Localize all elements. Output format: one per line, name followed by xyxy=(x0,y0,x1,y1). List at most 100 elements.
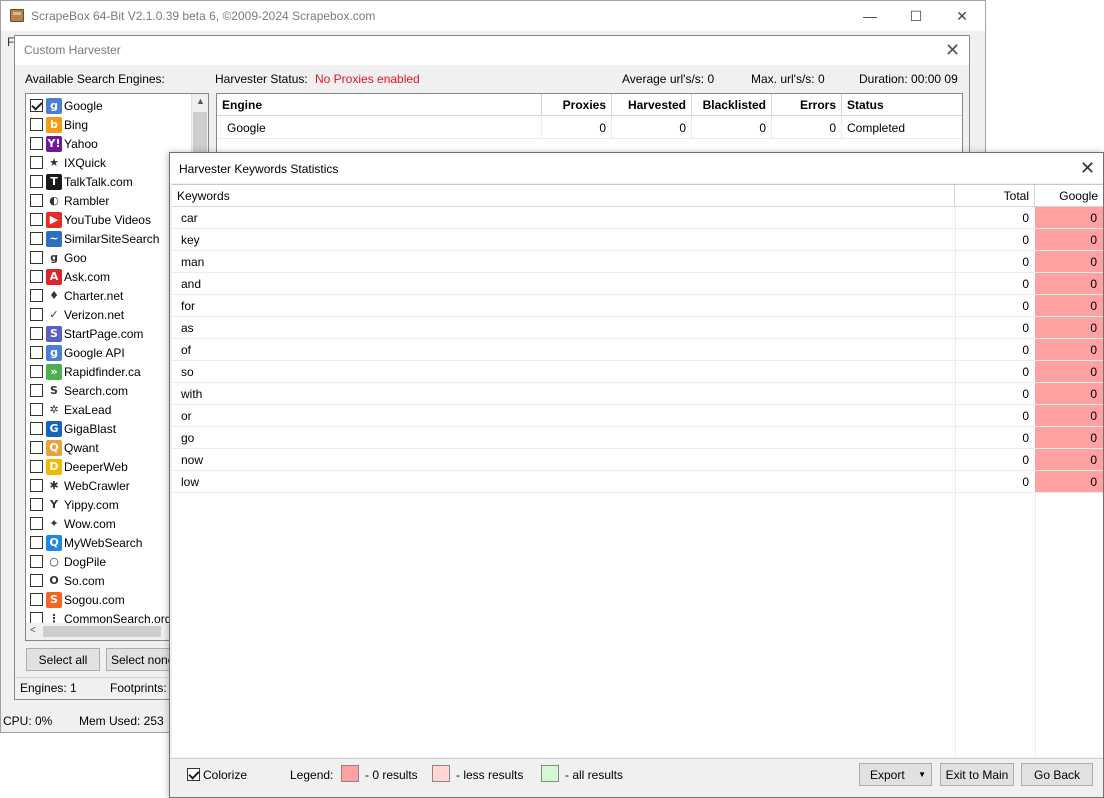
engine-checkbox[interactable] xyxy=(30,498,43,511)
engine-checkbox[interactable] xyxy=(30,99,43,112)
engine-item[interactable]: A Ask.com xyxy=(30,267,110,286)
col-status[interactable]: Status xyxy=(842,94,962,116)
col-engine[interactable]: Engine xyxy=(217,94,542,116)
col-google[interactable]: Google xyxy=(1035,185,1103,207)
engine-item[interactable]: ▶ YouTube Videos xyxy=(30,210,151,229)
engine-item[interactable]: D DeeperWeb xyxy=(30,457,128,476)
engine-item[interactable]: ◐ Rambler xyxy=(30,191,109,210)
table-row[interactable]: key 0 0 xyxy=(172,229,1103,251)
table-row[interactable]: and 0 0 xyxy=(172,273,1103,295)
keywords-close-icon[interactable]: ✕ xyxy=(1080,158,1095,179)
engine-checkbox[interactable] xyxy=(30,327,43,340)
engine-item[interactable]: ✱ WebCrawler xyxy=(30,476,130,495)
engine-item[interactable]: T TalkTalk.com xyxy=(30,172,133,191)
engine-checkbox[interactable] xyxy=(30,479,43,492)
export-button[interactable]: Export ▼ xyxy=(859,763,932,786)
engine-item[interactable]: ★ IXQuick xyxy=(30,153,106,172)
col-errors[interactable]: Errors xyxy=(772,94,842,116)
engine-checkbox[interactable] xyxy=(30,574,43,587)
engine-label: Ask.com xyxy=(64,269,111,284)
engine-checkbox[interactable] xyxy=(30,365,43,378)
main-titlebar[interactable]: ScrapeBox 64-Bit V2.1.0.39 beta 6, ©2009… xyxy=(1,1,985,31)
engine-checkbox[interactable] xyxy=(30,384,43,397)
table-row[interactable]: low 0 0 xyxy=(172,471,1103,493)
select-all-button[interactable]: Select all xyxy=(26,648,100,671)
table-row[interactable]: man 0 0 xyxy=(172,251,1103,273)
colorize-label[interactable]: Colorize xyxy=(203,768,247,782)
table-row[interactable]: for 0 0 xyxy=(172,295,1103,317)
harvester-close-icon[interactable]: ✕ xyxy=(945,40,960,61)
engine-item[interactable]: O So.com xyxy=(30,571,105,590)
legend-label: Legend: xyxy=(290,768,334,782)
engine-item[interactable]: ~ SimilarSiteSearch xyxy=(30,229,159,248)
close-button[interactable]: ✕ xyxy=(939,1,985,31)
go-back-button[interactable]: Go Back xyxy=(1021,763,1093,786)
engine-checkbox[interactable] xyxy=(30,346,43,359)
engine-checkbox[interactable] xyxy=(30,555,43,568)
engine-checkbox[interactable] xyxy=(30,517,43,530)
col-keywords[interactable]: Keywords xyxy=(172,185,955,207)
engine-item[interactable]: Q MyWebSearch xyxy=(30,533,142,552)
engine-item[interactable]: g Goo xyxy=(30,248,87,267)
harvester-titlebar[interactable]: Custom Harvester ✕ xyxy=(15,36,969,65)
table-row[interactable]: or 0 0 xyxy=(172,405,1103,427)
engine-item[interactable]: G GigaBlast xyxy=(30,419,116,438)
engine-checkbox[interactable] xyxy=(30,270,43,283)
table-row[interactable]: go 0 0 xyxy=(172,427,1103,449)
engine-checkbox[interactable] xyxy=(30,441,43,454)
exit-to-main-button[interactable]: Exit to Main xyxy=(940,763,1014,786)
scroll-left-icon[interactable]: < xyxy=(30,625,36,636)
engine-list-hscroll-thumb[interactable] xyxy=(43,626,161,637)
col-proxies[interactable]: Proxies xyxy=(542,94,612,116)
minimize-button[interactable]: — xyxy=(847,1,893,31)
engine-item[interactable]: Q Qwant xyxy=(30,438,99,457)
engine-item[interactable]: b Bing xyxy=(30,115,88,134)
table-row[interactable]: as 0 0 xyxy=(172,317,1103,339)
engine-checkbox[interactable] xyxy=(30,308,43,321)
engine-item[interactable]: ✦ Wow.com xyxy=(30,514,116,533)
engine-checkbox[interactable] xyxy=(30,536,43,549)
engine-checkbox[interactable] xyxy=(30,118,43,131)
col-blacklisted[interactable]: Blacklisted xyxy=(692,94,772,116)
max-urls-label: Max. url's/s: 0 xyxy=(751,72,825,86)
engine-checkbox[interactable] xyxy=(30,289,43,302)
keywords-titlebar[interactable]: Harvester Keywords Statistics ✕ xyxy=(170,153,1103,183)
engine-item[interactable]: ○ DogPile xyxy=(30,552,106,571)
engine-item[interactable]: S Search.com xyxy=(30,381,128,400)
engine-item[interactable]: S Sogou.com xyxy=(30,590,125,609)
keywords-grid[interactable]: Keywords Total Google car 0 0 key 0 0 man 0 0 and… xyxy=(172,184,1103,757)
engine-checkbox[interactable] xyxy=(30,593,43,606)
engine-checkbox[interactable] xyxy=(30,403,43,416)
engine-checkbox[interactable] xyxy=(30,232,43,245)
table-row[interactable]: now 0 0 xyxy=(172,449,1103,471)
scroll-up-icon[interactable]: ▲ xyxy=(196,96,205,106)
engine-item[interactable]: g Google xyxy=(30,96,103,115)
engine-item[interactable]: » Rapidfinder.ca xyxy=(30,362,141,381)
maximize-button[interactable]: ☐ xyxy=(893,1,939,31)
colorize-checkbox[interactable] xyxy=(187,768,200,781)
engine-item[interactable]: ✲ ExaLead xyxy=(30,400,111,419)
engine-checkbox[interactable] xyxy=(30,422,43,435)
google-cell: 0 xyxy=(1035,427,1103,449)
engine-checkbox[interactable] xyxy=(30,460,43,473)
engine-checkbox[interactable] xyxy=(30,251,43,264)
engine-list-vscroll-thumb[interactable] xyxy=(193,112,207,152)
engine-item[interactable]: ✓ Verizon.net xyxy=(30,305,124,324)
engine-checkbox[interactable] xyxy=(30,137,43,150)
engine-item[interactable]: ♦ Charter.net xyxy=(30,286,123,305)
col-total[interactable]: Total xyxy=(955,185,1035,207)
engine-item[interactable]: S StartPage.com xyxy=(30,324,143,343)
table-row[interactable]: with 0 0 xyxy=(172,383,1103,405)
engine-item[interactable]: Y Yippy.com xyxy=(30,495,119,514)
engine-checkbox[interactable] xyxy=(30,213,43,226)
col-harvested[interactable]: Harvested xyxy=(612,94,692,116)
engine-checkbox[interactable] xyxy=(30,194,43,207)
table-cell-engine[interactable]: Google xyxy=(217,117,542,139)
table-row[interactable]: so 0 0 xyxy=(172,361,1103,383)
engine-checkbox[interactable] xyxy=(30,156,43,169)
table-row[interactable]: of 0 0 xyxy=(172,339,1103,361)
engine-checkbox[interactable] xyxy=(30,175,43,188)
engine-item[interactable]: g Google API xyxy=(30,343,125,362)
table-row[interactable]: car 0 0 xyxy=(172,207,1103,229)
engine-item[interactable]: Y! Yahoo xyxy=(30,134,98,153)
